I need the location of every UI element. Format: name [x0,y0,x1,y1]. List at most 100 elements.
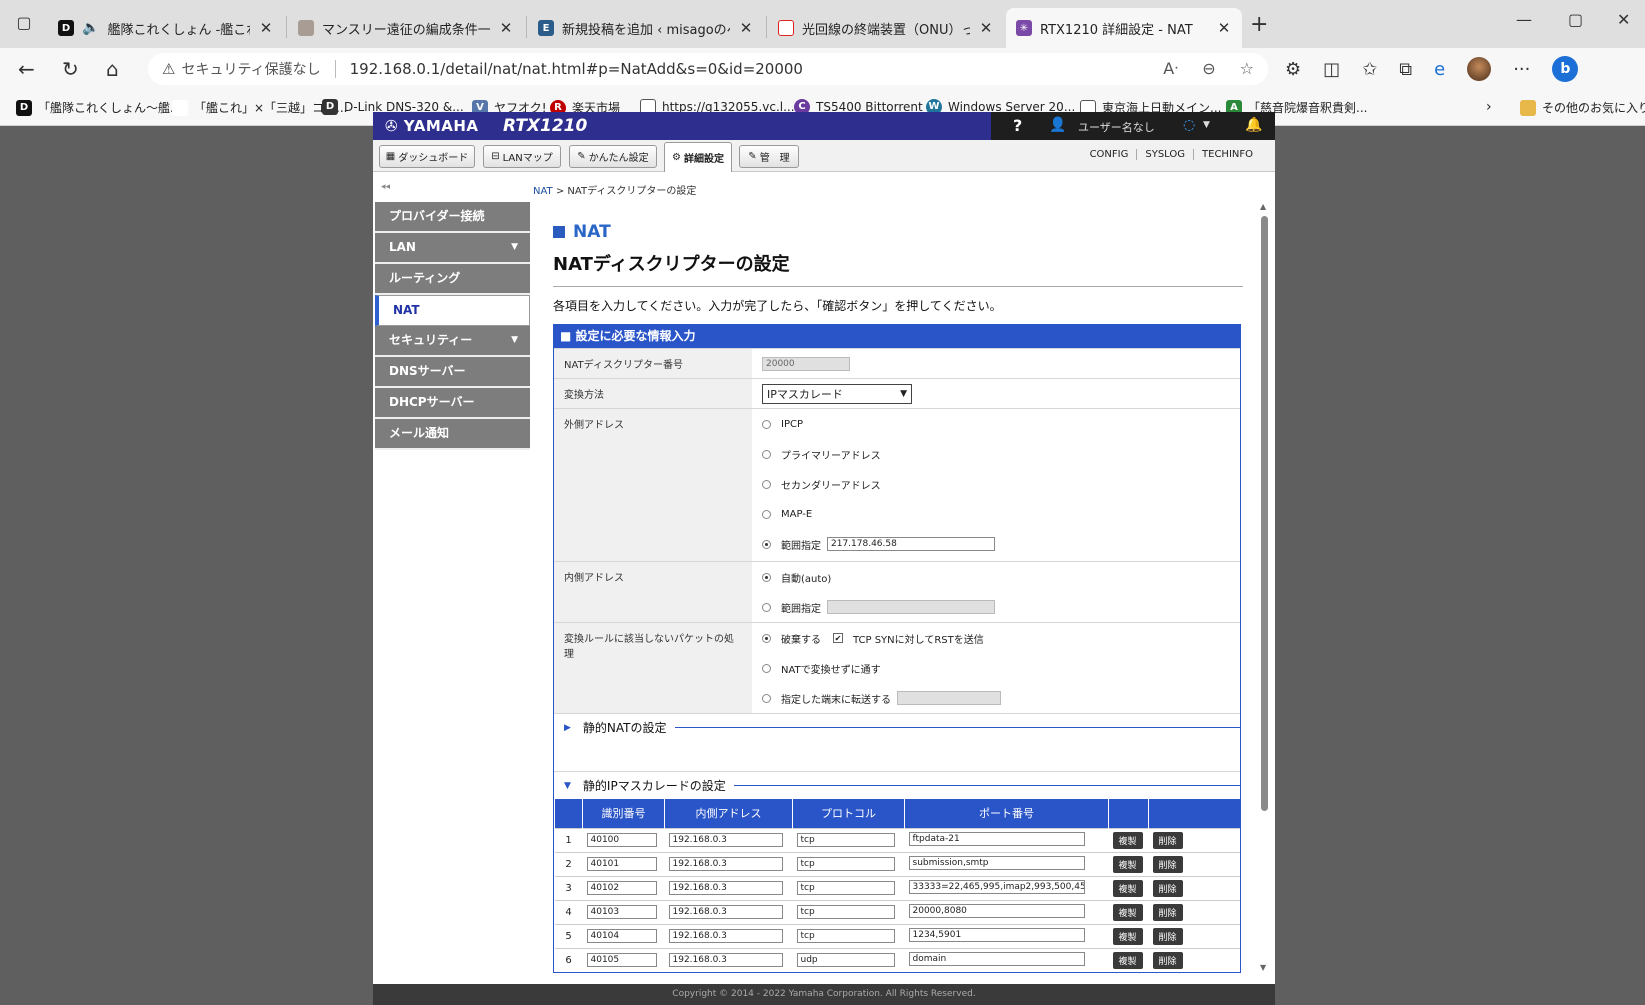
inner-option[interactable]: 自動(auto) [762,562,1230,592]
delete-button[interactable]: 削除 [1152,879,1183,897]
packet-option[interactable]: NATで変換せずに通す [762,653,1230,683]
port-input[interactable]: 20000,8080 [908,903,1085,918]
breadcrumb-nat-link[interactable]: NAT [533,186,553,197]
chevron-down-icon[interactable]: ▼ [1203,120,1210,130]
menu-lan[interactable]: LAN ▼ [375,233,530,264]
outer-ipcp-radio[interactable] [762,419,771,429]
packet-option[interactable]: 指定した端末に転送する [762,683,1230,713]
refresh-spinner-icon[interactable]: ◌ [1183,117,1195,133]
other-favorites[interactable]: その他のお気に入り [1520,99,1645,116]
bookmarks-overflow-chevron-icon[interactable]: › [1486,99,1492,115]
id-input[interactable]: 40105 [586,953,657,968]
browser-tab-4[interactable]: 光回線の終端装置（ONU）って何 ✕ [768,8,1004,48]
vertical-scrollbar[interactable]: ▲ ▼ [1257,202,1271,972]
scroll-up-icon[interactable]: ▲ [1260,202,1266,211]
speaker-icon[interactable]: 🔈 [82,20,99,36]
profile-avatar[interactable] [1467,57,1492,81]
delete-button[interactable]: 削除 [1152,831,1183,849]
inner-option[interactable]: 範囲指定 [762,592,1230,622]
syslog-link[interactable]: SYSLOG [1136,149,1193,160]
inner-address-input[interactable]: 192.168.0.3 [668,953,783,968]
tab-actions-icon[interactable]: ▢ [12,13,36,35]
copy-button[interactable]: 複製 [1112,831,1143,849]
bing-icon[interactable]: b [1552,56,1579,82]
collapse-menu-icon[interactable]: ◂◂ [381,182,390,192]
read-aloud-icon[interactable]: Aᐧ [1163,59,1178,78]
protocol-input[interactable]: tcp [796,881,895,895]
inner-range-radio[interactable] [762,602,771,612]
url-text[interactable]: 192.168.0.1/detail/nat/nat.html#p=NatAdd… [350,60,803,78]
expand-arrow-icon[interactable]: ▶ [564,723,571,733]
maximize-icon[interactable]: ▢ [1568,10,1583,29]
id-input[interactable]: 40104 [586,929,657,943]
copy-button[interactable]: 複製 [1112,927,1143,945]
id-input[interactable]: 40100 [586,833,657,847]
menu-security[interactable]: セキュリティー ▼ [375,326,530,357]
favorite-star-icon[interactable]: ☆ [1240,59,1254,78]
menu-nat[interactable]: NAT [375,295,530,326]
protocol-input[interactable]: tcp [796,857,895,871]
outer-option[interactable]: IPCP [762,409,1230,439]
inner-auto-radio[interactable] [762,572,771,582]
favorites-icon[interactable]: ✩ [1362,59,1377,80]
scroll-down-icon[interactable]: ▼ [1260,963,1266,972]
tcp-syn-checkbox[interactable]: ✔ [833,633,843,643]
delete-button[interactable]: 削除 [1152,927,1183,945]
outer-option[interactable]: セカンダリーアドレス [762,469,1230,499]
port-input[interactable]: ftpdata-21 [908,831,1085,846]
port-input[interactable]: submission,smtp [908,855,1085,870]
outer-secondary-radio[interactable] [762,479,771,489]
close-icon[interactable]: ✕ [258,19,274,37]
outer-range-radio[interactable] [762,539,771,549]
packet-option[interactable]: 破棄する ✔ TCP SYNに対してRSTを送信 [762,623,1230,653]
outer-primary-radio[interactable] [762,449,771,459]
menu-dns[interactable]: DNSサーバー [375,357,530,388]
static-nat-section[interactable]: ▶ 静的NATの設定 [554,713,1240,741]
port-input[interactable]: domain [908,951,1085,966]
browser-tab-active[interactable]: ✳ RTX1210 詳細設定 - NAT ✕ [1006,8,1242,48]
browser-tab-2[interactable]: マンスリー遠征の編成条件一覧と編 ✕ [288,8,524,48]
packet-forward-radio[interactable] [762,693,771,703]
inner-range-input[interactable] [827,600,995,614]
inner-address-input[interactable]: 192.168.0.3 [668,905,783,919]
delete-button[interactable]: 削除 [1152,951,1183,969]
id-input[interactable]: 40101 [586,857,657,871]
close-icon[interactable]: ✕ [1216,19,1232,37]
inner-address-input[interactable]: 192.168.0.3 [668,833,783,847]
inner-address-input[interactable]: 192.168.0.3 [668,881,783,895]
scrollbar-thumb[interactable] [1261,216,1268,811]
outer-range-input[interactable]: 217.178.46.58 [827,537,995,551]
packet-discard-radio[interactable] [762,633,771,643]
outer-option[interactable]: MAP-E [762,499,1230,529]
static-masquerade-section[interactable]: ▼ 静的IPマスカレードの設定 [554,771,1240,799]
copy-button[interactable]: 複製 [1112,903,1143,921]
delete-button[interactable]: 削除 [1152,855,1183,873]
port-input[interactable]: 1234,5901 [908,927,1085,942]
nav-management[interactable]: ✎ 管 理 [739,145,799,168]
outer-mape-radio[interactable] [762,509,771,519]
close-icon[interactable]: ✕ [978,19,994,37]
bell-icon[interactable]: 🔔 [1245,117,1262,133]
port-input[interactable]: 33333=22,465,995,imap2,993,500,4500 [908,879,1085,894]
menu-provider[interactable]: プロバイダー接続 [375,202,530,233]
close-icon[interactable]: ✕ [738,19,754,37]
techinfo-link[interactable]: TECHINFO [1193,149,1261,160]
collapse-arrow-icon[interactable]: ▼ [564,781,571,791]
conversion-method-select[interactable]: IPマスカレード ▼ [762,384,912,404]
delete-button[interactable]: 削除 [1152,903,1183,921]
collections-icon[interactable]: ⧉ [1399,59,1412,80]
inner-address-input[interactable]: 192.168.0.3 [668,857,783,871]
security-label[interactable]: セキュリティ保護なし [181,59,320,79]
descriptor-number-input[interactable]: 20000 [762,357,850,371]
inner-address-input[interactable]: 192.168.0.3 [668,929,783,943]
browser-tab-3[interactable]: E 新規投稿を追加 ‹ misagoのページ ✕ [528,8,764,48]
warning-triangle-icon[interactable]: ⚠ [162,60,175,78]
protocol-input[interactable]: tcp [796,833,895,847]
close-icon[interactable]: ✕ [498,19,514,37]
outer-option[interactable]: 範囲指定 217.178.46.58 [762,529,1230,559]
zoom-icon[interactable]: ⊖ [1202,59,1215,78]
nav-lan-map[interactable]: ⊟ LANマップ [483,145,561,168]
copy-button[interactable]: 複製 [1112,855,1143,873]
new-tab-plus-icon[interactable]: + [1250,12,1268,37]
copy-button[interactable]: 複製 [1112,951,1143,969]
